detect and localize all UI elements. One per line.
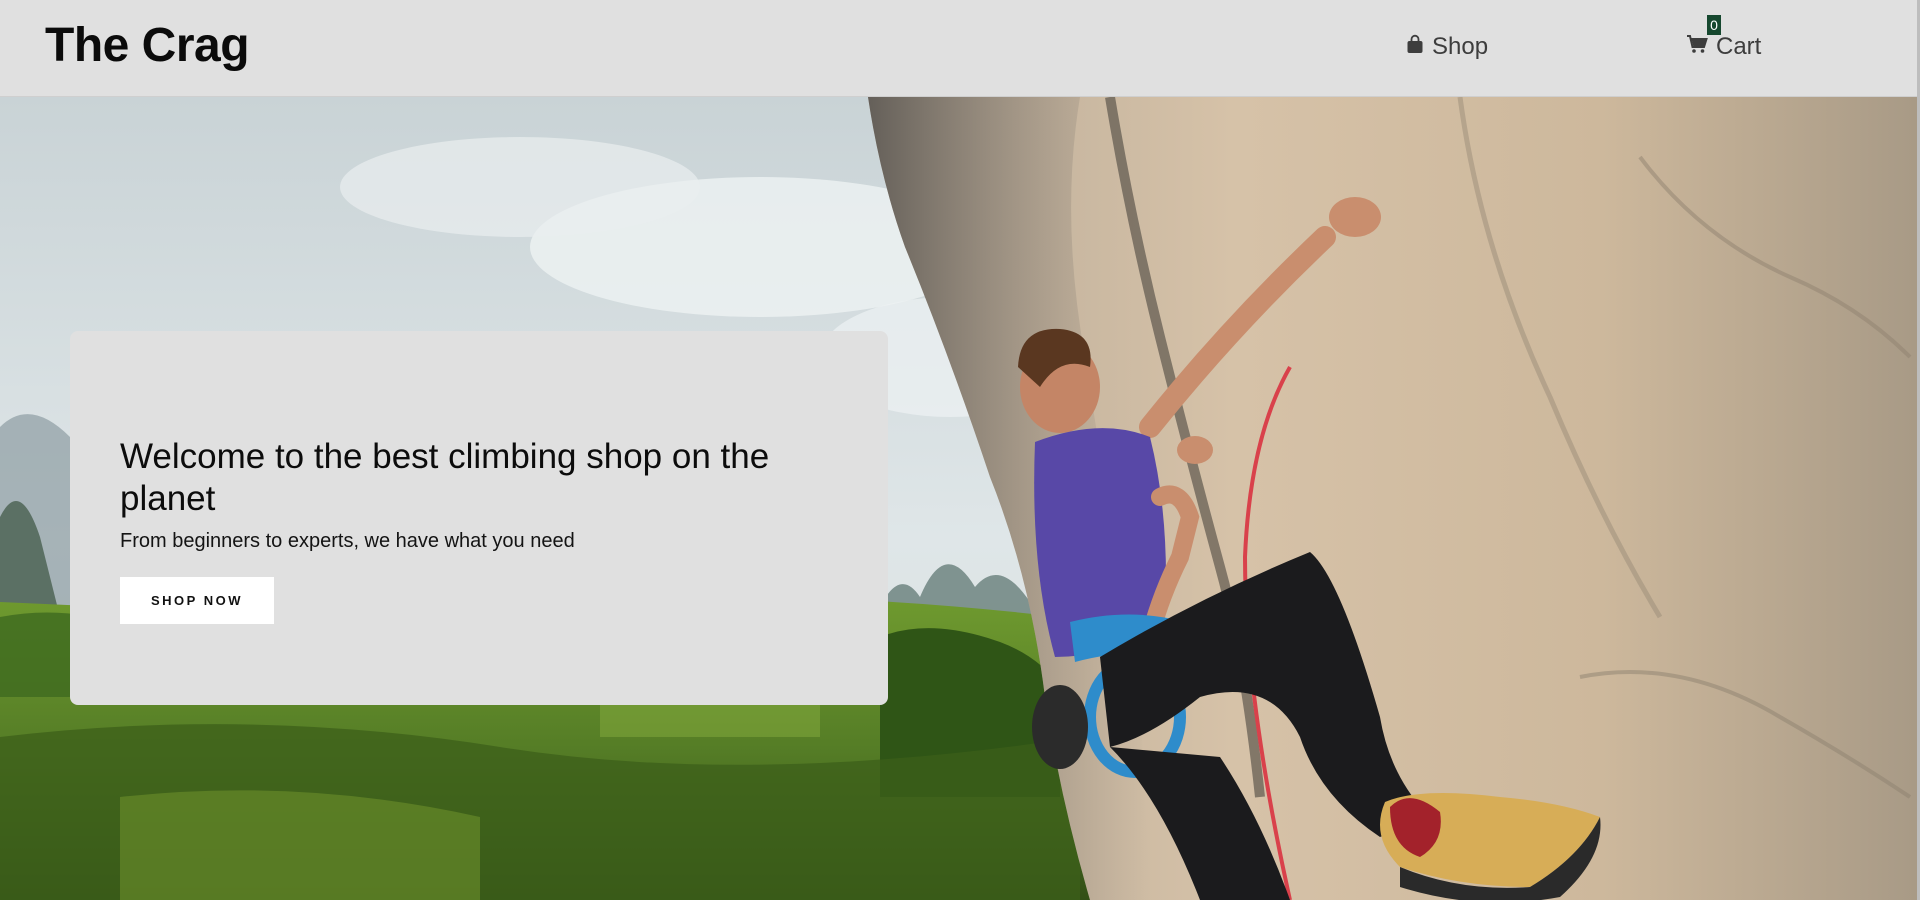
shopping-cart-icon — [1686, 33, 1716, 60]
hero-title: Welcome to the best climbing shop on the… — [120, 437, 770, 518]
shopping-bag-icon — [1406, 33, 1432, 61]
shop-now-button[interactable]: SHOP NOW — [120, 577, 274, 624]
site-header: The Crag Shop 0 Cart — [0, 0, 1917, 97]
page: The Crag Shop 0 Cart Welcome to the best… — [0, 0, 1920, 900]
hero-section: Welcome to the best climbing shop on the… — [0, 97, 1917, 900]
hero-subtitle: From beginners to experts, we have what … — [120, 530, 575, 552]
hero-promo-card: Welcome to the best climbing shop on the… — [70, 331, 888, 705]
nav-cart-link[interactable]: 0 Cart — [1686, 15, 1762, 61]
site-logo[interactable]: The Crag — [45, 18, 250, 73]
cart-count-badge: 0 — [1707, 15, 1721, 35]
nav-cart-label: Cart — [1716, 33, 1762, 60]
nav-shop-link[interactable]: Shop — [1406, 33, 1488, 61]
nav-shop-label: Shop — [1432, 33, 1489, 60]
cart-icon-wrap: 0 — [1686, 15, 1721, 61]
